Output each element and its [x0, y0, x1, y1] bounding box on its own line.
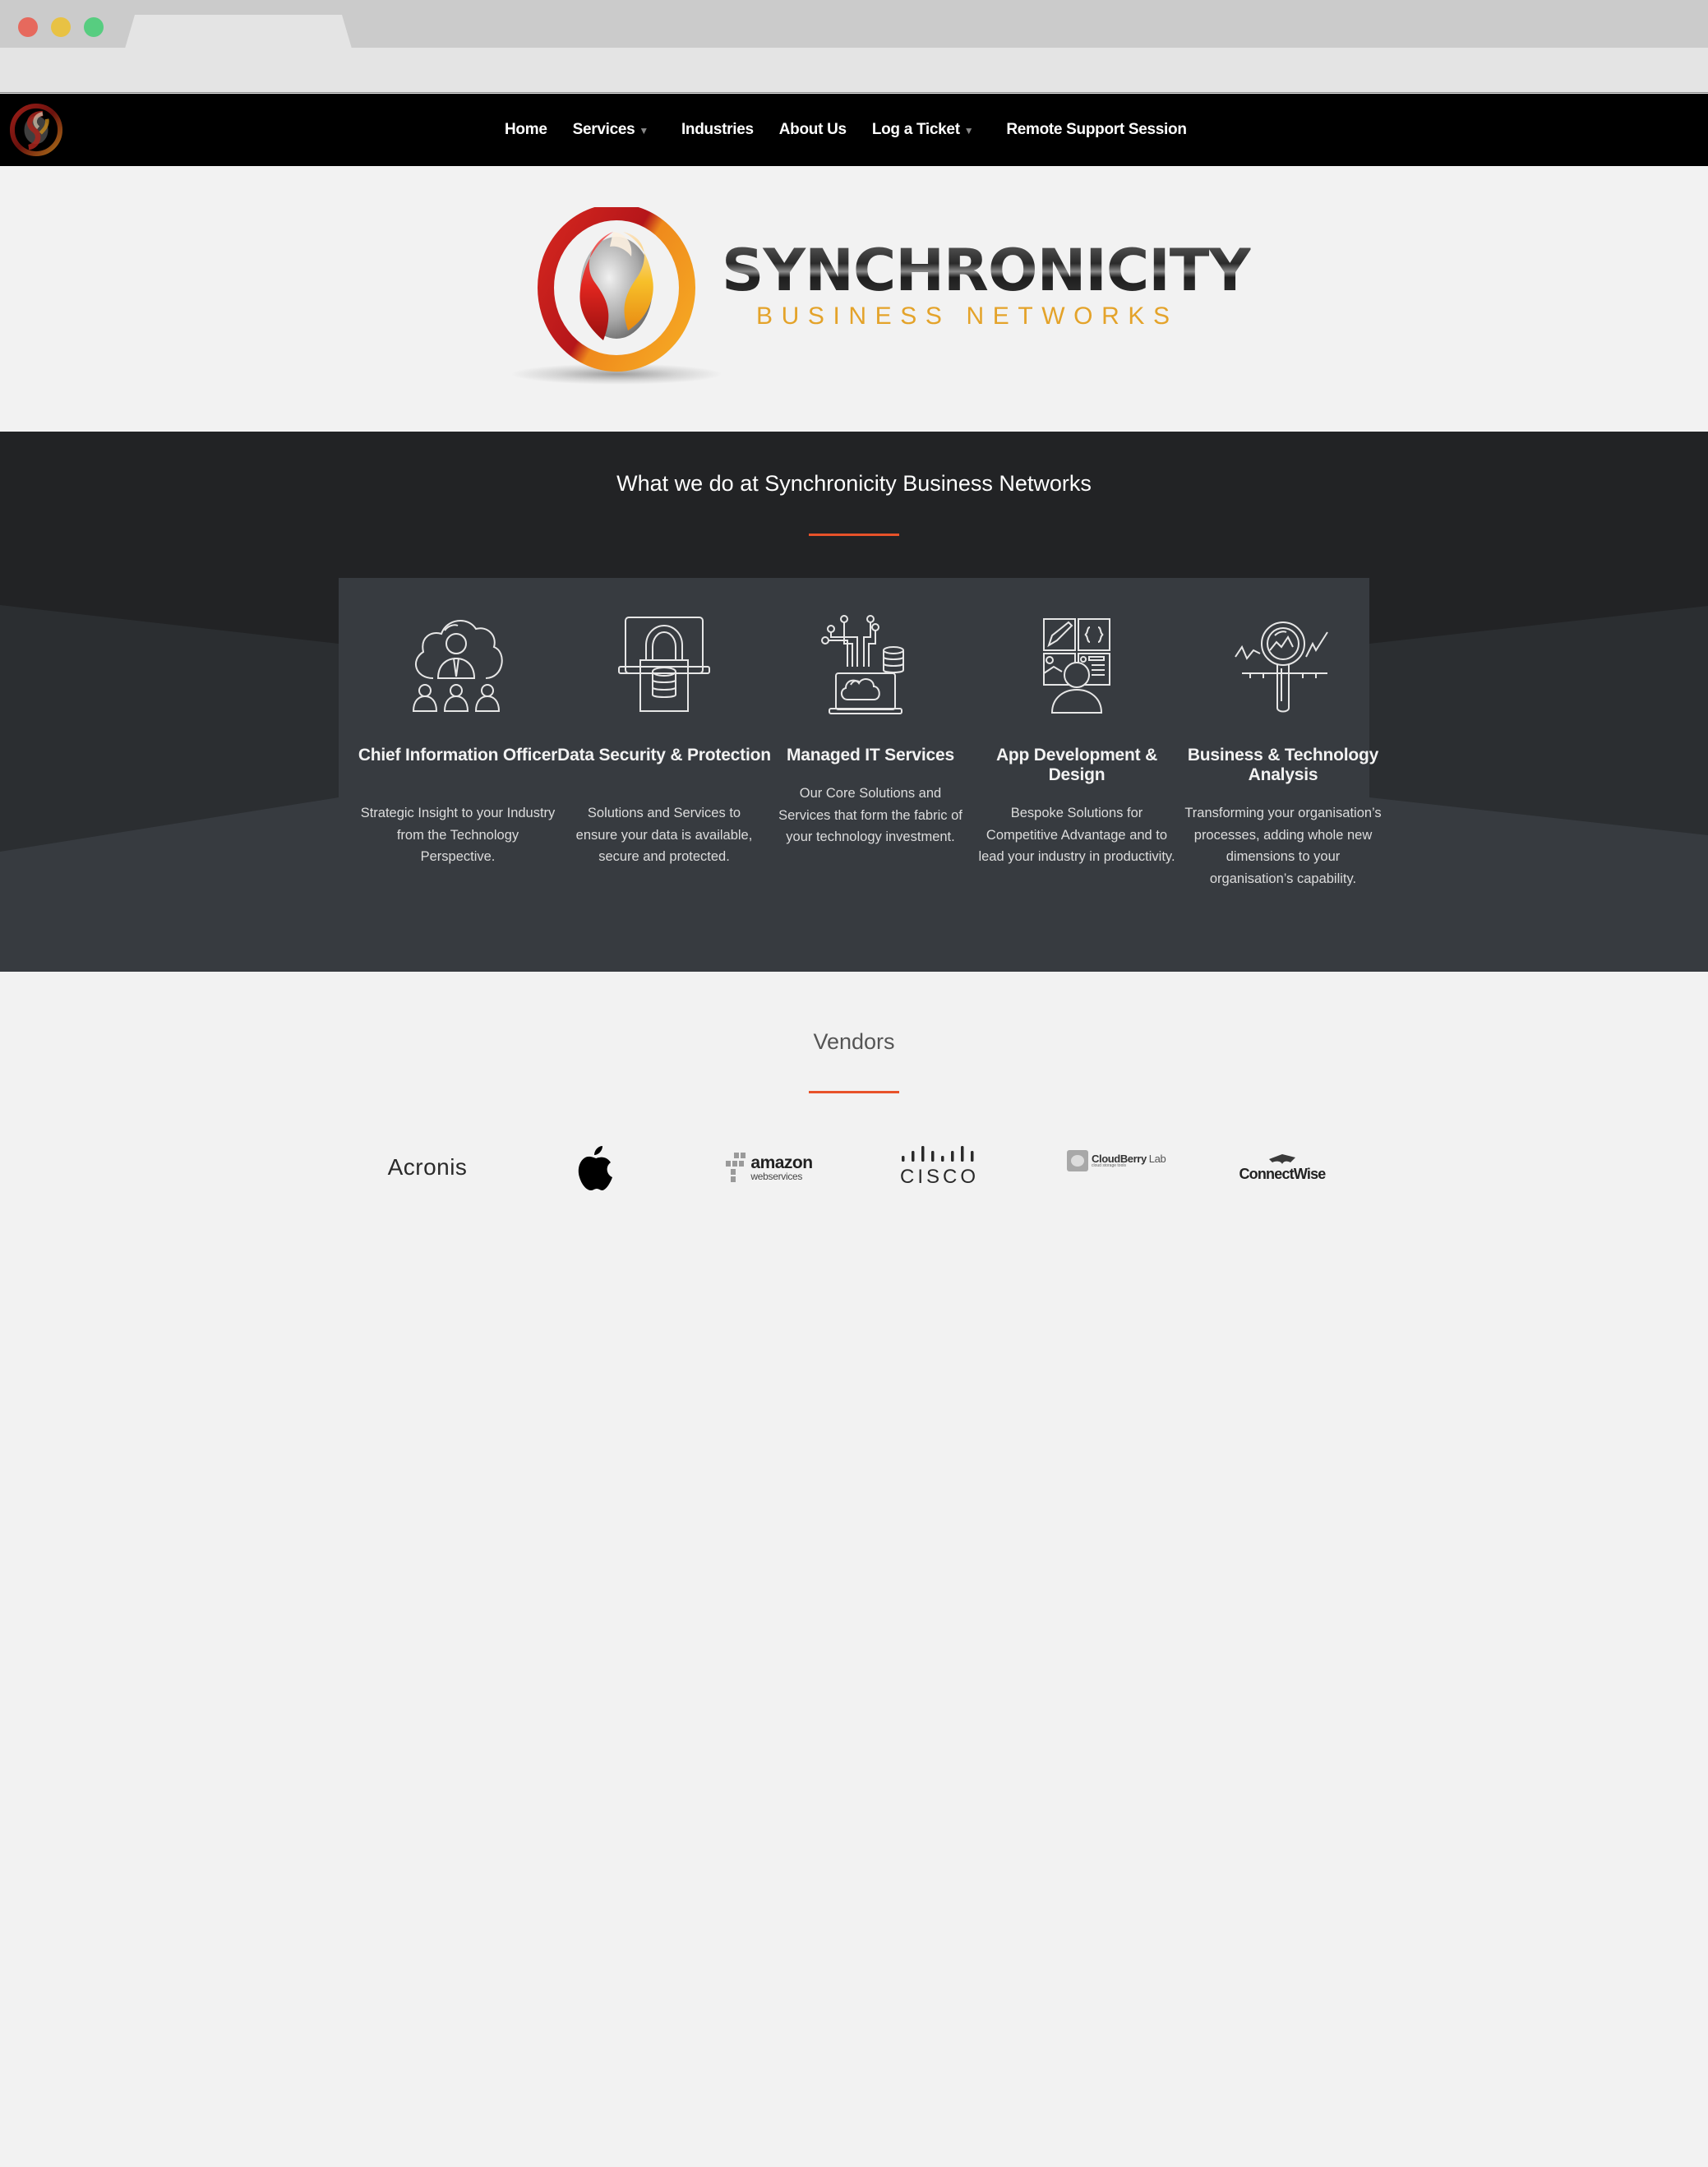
- browser-title-bar: [0, 0, 1708, 49]
- service-title: App Development & Design: [995, 746, 1158, 784]
- laptop-cloud-circuit-icon: [821, 615, 904, 714]
- nav-home-label: Home: [505, 121, 547, 138]
- acronis-logo-text: Acronis: [387, 1154, 468, 1180]
- vendor-logo-acronis[interactable]: Acronis: [378, 1144, 477, 1190]
- vendors-section: Vendors Acronis amazon webservices CISCO: [0, 972, 1708, 1190]
- services-panel: Chief Information Officer Strategic Insi…: [339, 578, 1382, 972]
- aws-logo-text: amazon: [750, 1153, 813, 1172]
- brand-subtitle: BUSINESS NETWORKS: [756, 303, 1179, 330]
- vendor-logo-cloudberry[interactable]: [1067, 2121, 1156, 2167]
- nav-about-us[interactable]: About Us: [779, 121, 847, 139]
- main-menu: Home Services ▼ Industries About Us Log a…: [505, 94, 1212, 166]
- service-title: Business & Technology Analysis: [1187, 746, 1379, 784]
- dropdown-caret-icon: ▼: [639, 125, 649, 136]
- nav-services[interactable]: Services ▼: [573, 121, 649, 139]
- padlock-database-icon: [618, 617, 710, 712]
- brand-name: SYNCHRONICITY: [722, 237, 1251, 304]
- site-logo-icon[interactable]: [9, 103, 63, 157]
- nav-home[interactable]: Home: [505, 121, 547, 139]
- hero-logo-banner: SYNCHRONICITY BUSINESS NETWORKS: [0, 166, 1708, 432]
- vendor-logo-cisco[interactable]: CISCO: [900, 1144, 979, 1190]
- nav-log-a-ticket-label: Log a Ticket: [871, 121, 960, 138]
- nav-log-a-ticket[interactable]: Log a Ticket ▼: [872, 121, 974, 139]
- vendor-logo-connectwise[interactable]: ConnectWise: [1237, 1144, 1327, 1190]
- vendors-accent-line: [809, 1091, 899, 1093]
- services-heading: What we do at Synchronicity Business Net…: [616, 471, 1092, 496]
- browser-tab-active[interactable]: [125, 15, 352, 49]
- browser-toolbar: [0, 48, 1708, 93]
- nav-about-us-label: About Us: [778, 121, 847, 138]
- brand-logo-mark-icon: [538, 207, 695, 372]
- window-minimize-button[interactable]: [51, 17, 71, 37]
- nav-industries[interactable]: Industries: [681, 121, 754, 139]
- nav-remote-support-session[interactable]: Remote Support Session: [1006, 121, 1187, 139]
- nav-services-label: Services: [572, 121, 635, 138]
- site-navbar: Home Services ▼ Industries About Us Log a…: [0, 94, 1708, 166]
- cloudberry-logo[interactable]: CloudBerry Lab cloud storage tools: [1067, 1149, 1166, 1172]
- nav-industries-label: Industries: [681, 121, 754, 138]
- apple-logo-icon: [578, 1146, 612, 1190]
- service-title: Data Security & Protection: [557, 746, 771, 765]
- service-description: Transforming your organisation’s process…: [1184, 806, 1382, 886]
- cloudberry-logo-subtext: cloud storage tools: [1092, 1163, 1126, 1168]
- window-maximize-button[interactable]: [84, 17, 104, 37]
- nav-remote-support-label: Remote Support Session: [1006, 121, 1187, 138]
- heading-accent-line: [809, 534, 899, 536]
- service-description: Strategic Insight to your Industry from …: [360, 806, 556, 864]
- cisco-logo-text: CISCO: [900, 1166, 980, 1188]
- magnifier-analysis-icon: [1235, 621, 1328, 713]
- cloudberry-lab-text: Lab: [1148, 1153, 1166, 1165]
- dropdown-caret-icon: ▼: [963, 125, 974, 136]
- vendors-heading: Vendors: [813, 1029, 895, 1054]
- vendor-logo-apple[interactable]: [571, 1144, 621, 1190]
- services-section: What we do at Synchronicity Business Net…: [0, 432, 1708, 972]
- cisco-bars-icon: [902, 1146, 974, 1162]
- app-design-person-icon: [1043, 618, 1110, 714]
- service-description: Solutions and Services to ensure your da…: [575, 806, 753, 864]
- aws-logo-subtext: webservices: [750, 1170, 803, 1182]
- aws-cubes-icon: [726, 1153, 746, 1182]
- cloud-executive-team-icon: [412, 619, 503, 712]
- vendor-logo-aws[interactable]: amazon webservices: [723, 1144, 814, 1190]
- service-title: Managed IT Services: [787, 746, 954, 765]
- window-close-button[interactable]: [18, 17, 38, 37]
- service-description: Our Core Solutions and Services that for…: [778, 786, 962, 844]
- service-title: Chief Information Officer: [358, 746, 558, 765]
- cloudberry-logo-icon: [1067, 1150, 1088, 1171]
- connectwise-logo-text: ConnectWise: [1239, 1165, 1326, 1182]
- service-description: Bespoke Solutions for Competitive Advant…: [978, 806, 1175, 864]
